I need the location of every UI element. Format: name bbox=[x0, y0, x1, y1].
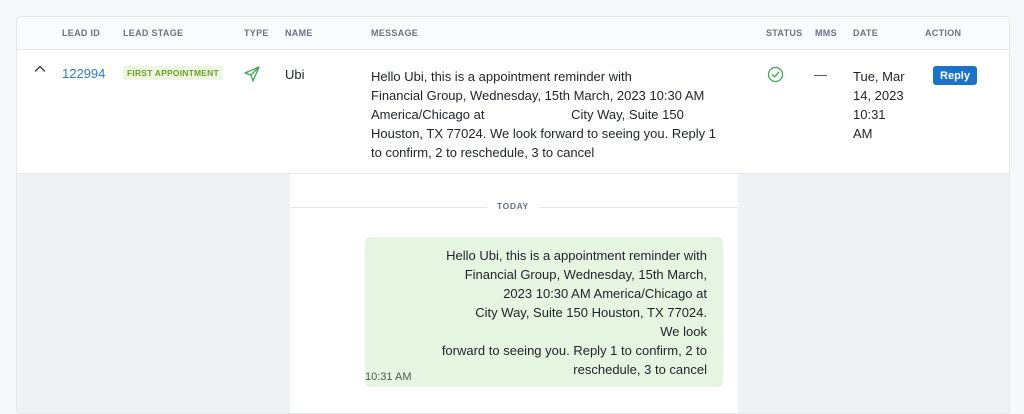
message-time: 10:31 AM bbox=[365, 371, 412, 383]
lead-stage-badge: FIRST APPOINTMENT bbox=[123, 66, 223, 80]
table-header: LEAD ID LEAD STAGE TYPE NAME MESSAGE STA… bbox=[17, 17, 1009, 50]
table-row: 122994 FIRST APPOINTMENT Ubi Hello Ubi, … bbox=[17, 50, 1009, 174]
reply-button[interactable]: Reply bbox=[933, 66, 977, 85]
messages-table-panel: LEAD ID LEAD STAGE TYPE NAME MESSAGE STA… bbox=[16, 16, 1010, 414]
header-lead-stage: LEAD STAGE bbox=[123, 28, 184, 38]
collapse-chevron-icon[interactable] bbox=[33, 62, 47, 76]
check-circle-icon bbox=[767, 66, 784, 83]
header-date: DATE bbox=[853, 28, 879, 38]
header-type: TYPE bbox=[244, 28, 269, 38]
header-status: STATUS bbox=[766, 28, 803, 38]
header-lead-id: LEAD ID bbox=[62, 28, 101, 38]
message-bubble: Hello Ubi, this is a appointment reminde… bbox=[365, 237, 723, 387]
message-text: Hello Ubi, this is a appointment reminde… bbox=[371, 69, 716, 160]
message-date: Tue, Mar 14, 2023 10:31 AM bbox=[853, 69, 905, 141]
header-mms: MMS bbox=[815, 28, 837, 38]
day-label: TODAY bbox=[487, 201, 539, 211]
header-message: MESSAGE bbox=[371, 28, 419, 38]
send-icon bbox=[243, 65, 261, 83]
lead-name: Ubi bbox=[285, 67, 305, 82]
conversation-detail: TODAY Hello Ubi, this is a appointment r… bbox=[17, 174, 1009, 413]
header-name: NAME bbox=[285, 28, 313, 38]
lead-id-link[interactable]: 122994 bbox=[62, 66, 105, 81]
header-action: ACTION bbox=[925, 28, 962, 38]
mms-value: — bbox=[814, 67, 827, 82]
message-thread: TODAY Hello Ubi, this is a appointment r… bbox=[290, 174, 738, 413]
